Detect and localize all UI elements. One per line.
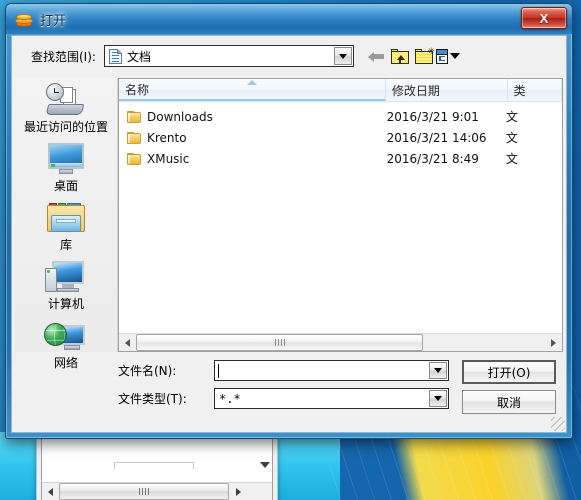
desktop-background: 打开 X 查找范围(I): 文档 ✳ 最近访问的位置 桌面 库 计算机 网络 名… <box>0 0 581 500</box>
filetype-combobox[interactable]: *.* <box>214 388 449 409</box>
filename-dropdown-arrow[interactable] <box>429 362 447 379</box>
table-row[interactable]: Krento 2016/3/21 14:06 文 <box>119 127 562 148</box>
places-item-computer[interactable]: 计算机 <box>18 259 114 311</box>
file-date-cell: 2016/3/21 9:01 <box>386 109 479 124</box>
file-type-cell: 文 <box>505 131 518 145</box>
dialog-footer: 文件名(N): 文件类型(T): *.* 打开(O) 取消 <box>12 352 566 432</box>
background-window-content-box <box>114 462 194 469</box>
filetype-row: 文件类型(T): *.* <box>118 388 449 409</box>
scroll-right-arrow[interactable] <box>545 334 562 351</box>
hscrollbar-thumb[interactable] <box>136 334 423 351</box>
open-button[interactable]: 打开(O) <box>462 360 556 384</box>
file-list-column-headers: 名称 修改日期 类 <box>119 79 562 102</box>
dialog-titlebar[interactable]: 打开 X <box>6 4 572 34</box>
column-header-label: 名称 <box>125 82 150 97</box>
file-list-view[interactable]: 名称 修改日期 类 Downloads 2016/3/21 9:01 文 Kre… <box>118 78 563 352</box>
file-list-hscrollbar[interactable] <box>119 333 562 351</box>
places-item-label: 桌面 <box>53 179 78 193</box>
table-row[interactable]: Downloads 2016/3/21 9:01 文 <box>119 106 562 127</box>
recent-places-icon <box>44 82 88 120</box>
sort-ascending-icon <box>246 80 257 85</box>
text-caret <box>218 364 219 378</box>
background-window-hscrollbar[interactable] <box>42 482 272 500</box>
file-name-label: Downloads <box>147 109 213 124</box>
document-icon <box>108 48 122 64</box>
file-type-cell: 文 <box>505 152 518 166</box>
filename-row: 文件名(N): <box>118 360 449 381</box>
folder-icon <box>127 131 141 144</box>
close-button[interactable]: X <box>521 7 567 29</box>
column-header-type[interactable]: 类 <box>508 79 562 101</box>
places-item-recent[interactable]: 最近访问的位置 <box>18 82 114 134</box>
background-window-body <box>41 434 273 500</box>
dialog-title: 打开 <box>40 13 67 29</box>
filetype-value: *.* <box>219 391 241 406</box>
lookin-combobox[interactable]: 文档 <box>103 45 354 67</box>
open-file-dialog: 打开 X 查找范围(I): 文档 ✳ 最近访问的位置 桌面 库 计算机 网络 名… <box>5 3 573 439</box>
lookin-toolbar: 查找范围(I): 文档 ✳ <box>12 36 566 76</box>
filename-input[interactable] <box>214 360 449 381</box>
folder-icon <box>127 152 141 165</box>
cancel-button[interactable]: 取消 <box>462 390 556 414</box>
scroll-left-arrow[interactable] <box>119 334 136 351</box>
background-window-scroll-left-arrow[interactable] <box>42 483 58 500</box>
krento-disc-icon <box>15 11 33 29</box>
resize-grip[interactable] <box>551 417 565 431</box>
file-name-label: XMusic <box>147 151 190 166</box>
filename-label: 文件名(N): <box>118 364 177 378</box>
file-date-cell: 2016/3/21 14:06 <box>386 130 487 145</box>
places-item-label: 计算机 <box>47 297 84 311</box>
column-header-label: 修改日期 <box>391 83 440 98</box>
back-arrow-icon[interactable] <box>364 44 388 68</box>
folder-icon <box>127 110 141 123</box>
file-type-cell: 文 <box>505 110 518 124</box>
file-name-cell: Krento <box>119 131 381 145</box>
up-one-level-icon[interactable] <box>388 44 412 68</box>
file-date-cell: 2016/3/21 8:49 <box>386 151 479 166</box>
filetype-label: 文件类型(T): <box>118 392 187 406</box>
places-item-desktop[interactable]: 桌面 <box>18 141 114 193</box>
background-window-scroll-down-arrow[interactable] <box>260 462 270 468</box>
places-item-libraries[interactable]: 库 <box>18 200 114 252</box>
libraries-icon <box>44 200 88 238</box>
places-item-label: 库 <box>59 238 72 252</box>
lookin-value: 文档 <box>126 49 151 64</box>
background-window-scroll-right-arrow[interactable] <box>230 483 246 500</box>
views-icon[interactable] <box>435 44 460 68</box>
file-name-cell: Downloads <box>119 110 381 124</box>
desktop-icon <box>44 141 88 179</box>
hscrollbar-track[interactable] <box>136 334 545 351</box>
filetype-dropdown-arrow[interactable] <box>429 390 447 407</box>
background-window-scroll-thumb[interactable] <box>59 483 229 500</box>
dialog-body: 查找范围(I): 文档 ✳ 最近访问的位置 桌面 库 计算机 网络 名称 修改日… <box>11 35 567 433</box>
column-header-name[interactable]: 名称 <box>119 79 386 101</box>
file-name-cell: XMusic <box>119 152 381 166</box>
network-icon <box>44 318 88 356</box>
column-header-date[interactable]: 修改日期 <box>386 79 508 101</box>
table-row[interactable]: XMusic 2016/3/21 8:49 文 <box>119 148 562 169</box>
places-item-label: 最近访问的位置 <box>23 120 108 134</box>
lookin-label: 查找范围(I): <box>31 49 96 64</box>
lookin-dropdown-arrow[interactable] <box>333 47 352 65</box>
new-folder-icon[interactable]: ✳ <box>412 44 436 68</box>
computer-icon <box>44 259 88 297</box>
places-bar: 最近访问的位置 桌面 库 计算机 网络 <box>15 78 118 370</box>
file-name-label: Krento <box>147 130 187 145</box>
column-header-label: 类 <box>513 83 526 98</box>
